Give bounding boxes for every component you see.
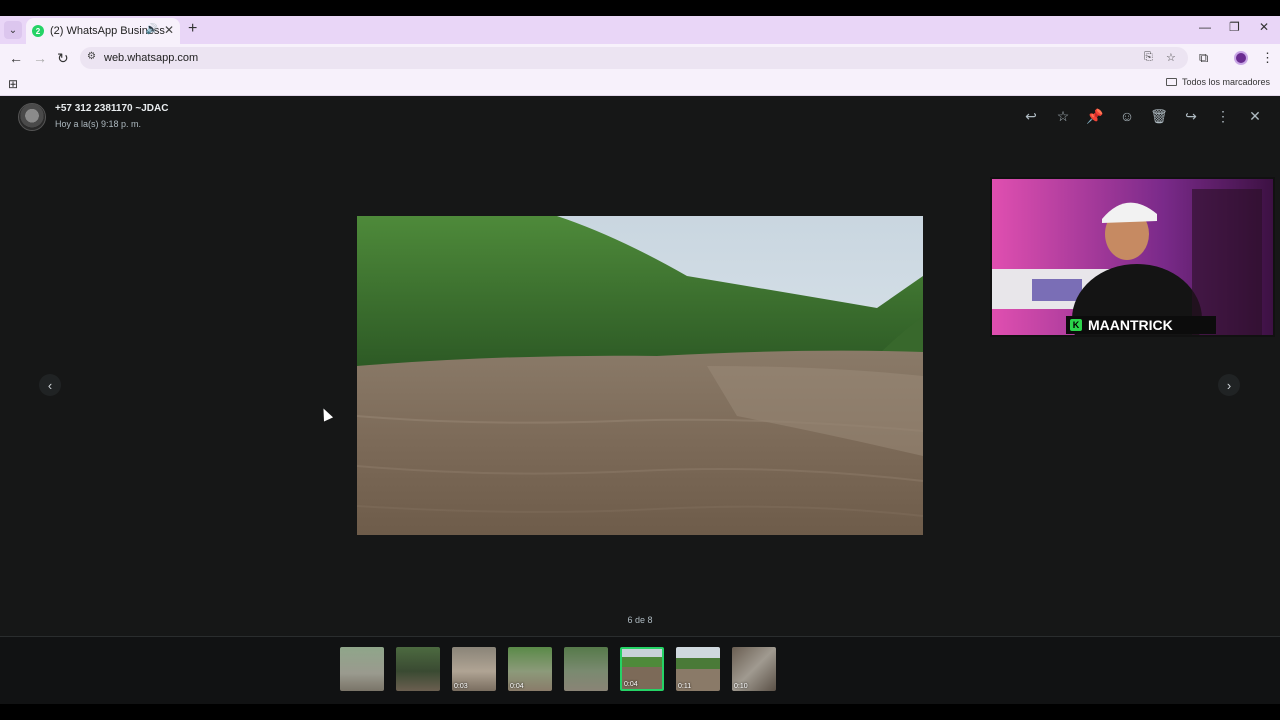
screen-top-band <box>0 0 1280 16</box>
window-close-icon[interactable]: ✕ <box>1259 20 1269 34</box>
site-info-icon[interactable]: ⚙ <box>87 51 96 62</box>
thumbnail-2[interactable] <box>396 647 440 691</box>
streamer-name: MAANTRICK <box>1088 317 1173 333</box>
extensions-icon[interactable]: ⧉ <box>1199 50 1208 66</box>
apps-grid-icon[interactable]: ⊞ <box>8 77 18 91</box>
thumbnail-5[interactable] <box>564 647 608 691</box>
close-viewer-icon[interactable]: ✕ <box>1245 108 1265 125</box>
reload-icon[interactable]: ↻ <box>57 50 69 67</box>
url-text: web.whatsapp.com <box>104 52 199 64</box>
more-options-icon[interactable]: ⋮ <box>1213 108 1233 125</box>
address-bar[interactable]: ⚙ web.whatsapp.com ⎘ ☆ <box>80 47 1188 69</box>
webcam-overlay: K MAANTRICK <box>990 177 1275 337</box>
previous-media-button[interactable]: ‹ <box>39 374 61 396</box>
browser-menu-icon[interactable]: ⋮ <box>1261 50 1274 66</box>
tab-search-button[interactable]: ⌄ <box>4 21 22 39</box>
speaker-icon[interactable]: 🔊 <box>146 24 158 35</box>
thumbnail-strip: 0:03 0:04 0:04 0:11 0:10 <box>0 636 1280 704</box>
emoji-react-icon[interactable]: ☺ <box>1117 108 1137 124</box>
install-app-icon[interactable]: ⎘ <box>1144 51 1153 64</box>
pin-icon[interactable]: 📌 <box>1085 108 1105 125</box>
whatsapp-favicon-icon: 2 <box>32 25 44 37</box>
thumbnail-1[interactable] <box>340 647 384 691</box>
restore-icon[interactable]: ❐ <box>1229 20 1240 34</box>
contact-name[interactable]: +57 312 2381170 ~JDAC <box>55 103 168 114</box>
tab-close-icon[interactable]: ✕ <box>164 23 174 37</box>
new-tab-icon[interactable]: + <box>188 20 197 38</box>
thumbnail-4[interactable]: 0:04 <box>508 647 552 691</box>
forward-icon[interactable]: → <box>33 50 47 66</box>
browser-toolbar: ← → ↻ ⚙ web.whatsapp.com ⎘ ☆ ⧉ ⋮ <box>0 44 1280 72</box>
reply-icon[interactable]: ↩ <box>1021 108 1041 125</box>
all-bookmarks-label: Todos los marcadores <box>1181 77 1270 87</box>
thumbnail-6-active[interactable]: 0:04 <box>620 647 664 691</box>
all-bookmarks-button[interactable]: Todos los marcadores <box>1165 77 1270 87</box>
next-media-button[interactable]: › <box>1218 374 1240 396</box>
media-image-river[interactable] <box>357 216 923 535</box>
thumbnail-3[interactable]: 0:03 <box>452 647 496 691</box>
minimize-icon[interactable]: — <box>1199 20 1211 34</box>
star-icon[interactable]: ☆ <box>1053 108 1073 125</box>
screen-bottom-band <box>0 704 1280 720</box>
bookmarks-bar: ⊞ Todos los marcadores <box>0 72 1280 96</box>
forward-message-icon[interactable]: ↪ <box>1181 108 1201 125</box>
viewer-header: +57 312 2381170 ~JDAC Hoy a la(s) 9:18 p… <box>0 96 1280 140</box>
message-timestamp: Hoy a la(s) 9:18 p. m. <box>55 119 142 129</box>
folder-icon <box>1165 78 1177 86</box>
mouse-cursor-icon <box>318 406 334 422</box>
media-counter: 6 de 8 <box>627 615 653 625</box>
contact-avatar[interactable] <box>18 103 46 131</box>
thumbnail-8[interactable]: 0:10 <box>732 647 776 691</box>
thumbnail-7[interactable]: 0:11 <box>676 647 720 691</box>
channel-logo-icon: K <box>1070 319 1082 331</box>
bookmark-star-icon[interactable]: ☆ <box>1166 51 1176 64</box>
back-icon[interactable]: ← <box>9 50 23 66</box>
profile-avatar[interactable] <box>1234 51 1248 65</box>
browser-tab-whatsapp[interactable]: 2 (2) WhatsApp Business 🔊 ✕ <box>26 18 180 44</box>
browser-tab-bar: ⌄ 2 (2) WhatsApp Business 🔊 ✕ + — ❐ ✕ <box>0 16 1280 44</box>
delete-icon[interactable]: 🗑 <box>1149 108 1169 125</box>
streamer-tag: K MAANTRICK <box>1066 316 1216 334</box>
